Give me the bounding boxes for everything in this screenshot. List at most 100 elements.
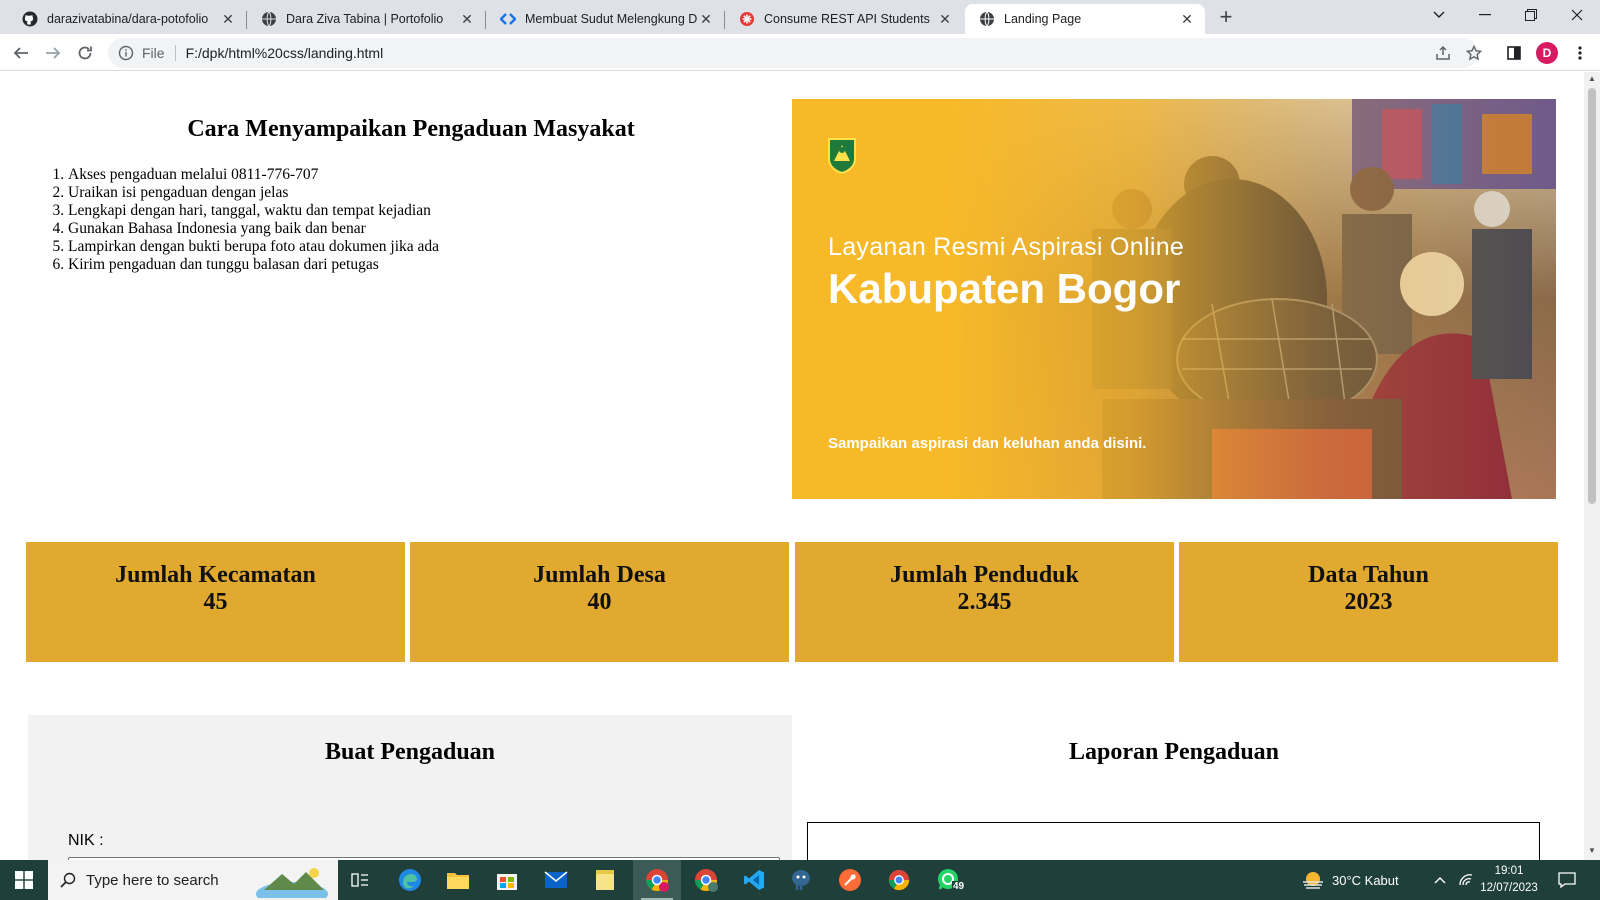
scrollbar-thumb[interactable] <box>1588 88 1596 504</box>
restore-icon[interactable] <box>1508 0 1554 30</box>
scroll-up-arrow-icon[interactable]: ▲ <box>1587 74 1597 83</box>
code-icon <box>500 11 516 27</box>
url-divider <box>174 45 176 61</box>
red-star-icon <box>739 11 755 27</box>
close-icon[interactable]: ✕ <box>459 11 475 27</box>
browser-tab-bar: darazivatabina/dara-potofolio ✕ Dara Ziv… <box>0 0 1600 34</box>
taskbar-search-box[interactable]: Type here to search <box>48 860 338 900</box>
task-view-icon[interactable] <box>340 860 380 900</box>
clock-time: 19:01 <box>1494 865 1524 877</box>
list-item: Kirim pengaduan dan tunggu balasan dari … <box>68 256 439 274</box>
stat-value: 2023 <box>1344 589 1393 615</box>
info-icon[interactable] <box>118 45 134 61</box>
nik-label: NIK : <box>68 832 104 849</box>
forward-arrow-icon[interactable] <box>40 40 66 66</box>
banner-tagline: Sampaikan aspirasi dan keluhan anda disi… <box>828 435 1147 452</box>
list-item: Akses pengaduan melalui 0811-776-707 <box>68 166 439 184</box>
reload-icon[interactable] <box>72 40 98 66</box>
tab-rest-api[interactable]: Consume REST API Students ✕ <box>725 4 963 34</box>
stat-label: Jumlah Kecamatan <box>115 562 316 588</box>
github-icon <box>22 11 38 27</box>
close-icon[interactable]: ✕ <box>937 11 953 27</box>
how-to-steps: Akses pengaduan melalui 0811-776-707 Ura… <box>68 166 439 274</box>
stat-label: Data Tahun <box>1308 562 1429 588</box>
network-icon[interactable] <box>1454 860 1478 900</box>
chrome-icon[interactable] <box>878 860 920 900</box>
search-highlight-icon <box>254 864 330 898</box>
postman-icon[interactable] <box>829 860 871 900</box>
url-text[interactable]: F:/dpk/html%20css/landing.html <box>186 45 384 61</box>
chevron-up-icon[interactable] <box>1428 860 1452 900</box>
stat-value: 2.345 <box>957 589 1012 615</box>
file-explorer-icon[interactable] <box>438 860 478 900</box>
how-to-title: Cara Menyampaikan Pengaduan Masyakat <box>187 116 635 142</box>
stat-value: 45 <box>203 589 228 615</box>
weather-widget[interactable]: 30°C Kabut <box>1302 860 1417 900</box>
vscode-icon[interactable] <box>733 860 775 900</box>
search-placeholder: Type here to search <box>86 871 219 889</box>
bogor-logo-icon <box>828 138 856 175</box>
close-icon[interactable]: ✕ <box>1179 11 1195 27</box>
banner-subtitle: Layanan Resmi Aspirasi Online <box>828 233 1185 261</box>
bookmark-star-icon[interactable] <box>1461 40 1487 66</box>
scroll-down-arrow-icon[interactable]: ▼ <box>1587 846 1597 855</box>
tab-title: Consume REST API Students <box>764 12 930 26</box>
new-tab-button[interactable]: + <box>1213 5 1239 31</box>
chrome-profile-icon[interactable] <box>633 860 681 900</box>
complaint-form-panel: Buat Pengaduan NIK : <box>28 715 792 860</box>
whatsapp-unread-badge: 49 <box>952 881 966 892</box>
stat-card-penduduk: Jumlah Penduduk 2.345 <box>795 542 1174 662</box>
address-bar[interactable]: File F:/dpk/html%20css/landing.html <box>108 38 1478 68</box>
banner-title: Kabupaten Bogor <box>828 265 1181 312</box>
edge-browser-icon[interactable] <box>390 860 430 900</box>
microsoft-store-icon[interactable] <box>487 860 527 900</box>
notification-icon[interactable] <box>1550 860 1584 900</box>
globe-icon <box>261 11 277 27</box>
report-container <box>807 822 1540 860</box>
hero-banner-image: Layanan Resmi Aspirasi Online Kabupaten … <box>792 99 1556 499</box>
hazy-sun-icon <box>1302 870 1324 890</box>
globe-icon <box>979 11 995 27</box>
close-icon[interactable]: ✕ <box>698 11 714 27</box>
tab-search-icon[interactable] <box>1416 0 1462 30</box>
search-icon <box>60 872 76 888</box>
report-title: Laporan Pengaduan <box>1068 739 1280 765</box>
tab-sudut-melengkung[interactable]: Membuat Sudut Melengkung De ✕ <box>486 4 724 34</box>
mail-icon[interactable] <box>536 860 576 900</box>
stat-card-tahun: Data Tahun 2023 <box>1179 542 1558 662</box>
back-arrow-icon[interactable] <box>8 40 34 66</box>
list-item: Gunakan Bahasa Indonesia yang baik dan b… <box>68 220 439 238</box>
form-title: Buat Pengaduan <box>324 739 496 765</box>
list-item: Lengkapi dengan hari, tanggal, waktu dan… <box>68 202 439 220</box>
clock-date: 12/07/2023 <box>1480 882 1538 894</box>
list-item: Lampirkan dengan bukti berupa foto atau … <box>68 238 439 256</box>
page-viewport: Cara Menyampaikan Pengaduan Masyakat Aks… <box>0 72 1584 860</box>
chrome-profile-2-icon[interactable] <box>684 860 728 900</box>
tab-portfolio[interactable]: Dara Ziva Tabina | Portofolio ✕ <box>247 4 485 34</box>
stat-card-desa: Jumlah Desa 40 <box>410 542 789 662</box>
postgresql-icon[interactable] <box>780 860 822 900</box>
menu-kebab-icon[interactable] <box>1567 40 1593 66</box>
stat-value: 40 <box>587 589 612 615</box>
taskbar-clock[interactable]: 19:01 12/07/2023 <box>1478 863 1540 897</box>
tab-title: darazivatabina/dara-potofolio <box>47 12 209 26</box>
page-scrollbar[interactable]: ▲ ▼ <box>1584 72 1600 860</box>
sticky-notes-icon[interactable] <box>585 860 625 900</box>
windows-taskbar: Type here to search 49 30°C Kabut 19:01 … <box>0 860 1600 900</box>
window-close-icon[interactable] <box>1554 0 1600 30</box>
profile-avatar[interactable]: D <box>1536 42 1558 64</box>
tab-landing-page[interactable]: Landing Page ✕ <box>965 4 1205 34</box>
list-item: Uraikan isi pengaduan dengan jelas <box>68 184 439 202</box>
close-icon[interactable]: ✕ <box>220 11 236 27</box>
tab-title: Dara Ziva Tabina | Portofolio <box>286 12 444 26</box>
url-scheme: File <box>142 45 165 61</box>
tab-github[interactable]: darazivatabina/dara-potofolio ✕ <box>8 4 246 34</box>
minimize-icon[interactable] <box>1462 0 1508 30</box>
stat-label: Jumlah Desa <box>533 562 666 588</box>
share-icon[interactable] <box>1430 40 1456 66</box>
whatsapp-icon[interactable]: 49 <box>926 860 972 900</box>
side-panel-icon[interactable] <box>1501 40 1527 66</box>
tab-title: Landing Page <box>1004 12 1082 26</box>
windows-start-icon[interactable] <box>0 860 48 900</box>
browser-toolbar: File F:/dpk/html%20css/landing.html <box>0 34 1600 71</box>
